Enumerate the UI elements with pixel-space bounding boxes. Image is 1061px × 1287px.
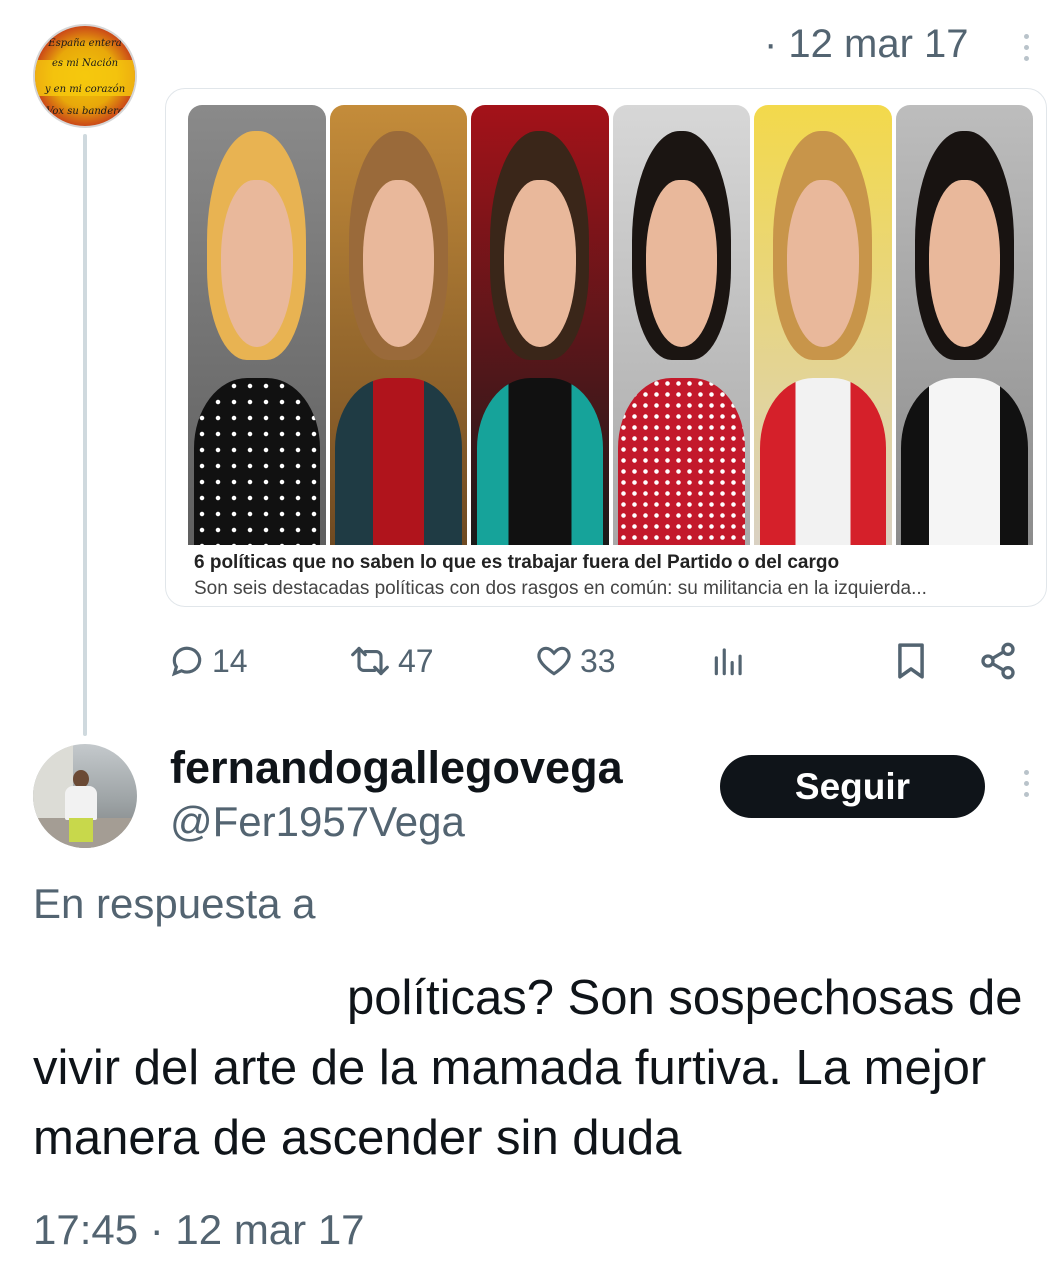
parent-tweet-date[interactable]: · 12 mar 17 xyxy=(764,22,969,67)
photo-panel xyxy=(329,105,467,545)
user-handle[interactable]: @Fer1957Vega xyxy=(170,798,465,846)
link-card-title: 6 políticas que no saben lo que es traba… xyxy=(194,552,840,573)
more-options-icon[interactable] xyxy=(1022,770,1030,797)
share-icon xyxy=(981,642,1015,680)
tweet-text-content: políticas? Son sospechosas de vivir del … xyxy=(33,971,1023,1165)
photo-panel xyxy=(471,105,609,545)
photo-panel xyxy=(188,105,326,545)
retweet-button[interactable]: 47 xyxy=(348,636,434,686)
photo-panel xyxy=(612,105,750,545)
follow-button[interactable]: Seguir xyxy=(720,755,985,818)
link-card[interactable]: 6 políticas que no saben lo que es traba… xyxy=(165,88,1047,607)
reply-button[interactable]: 14 xyxy=(168,636,248,686)
parent-avatar[interactable]: España entera es mi Nación y en mi coraz… xyxy=(33,24,137,128)
more-options-icon[interactable] xyxy=(1022,34,1030,61)
avatar-text-line: y en mi corazón xyxy=(44,84,126,95)
like-icon xyxy=(537,646,571,676)
like-count: 33 xyxy=(580,642,616,679)
views-icon xyxy=(714,648,742,676)
thread-line xyxy=(83,134,87,736)
display-name[interactable]: fernandogallegovega xyxy=(170,742,623,794)
photo-panel xyxy=(754,105,892,545)
like-button[interactable]: 33 xyxy=(534,636,616,686)
bookmark-button[interactable] xyxy=(892,636,930,686)
avatar-text-line: es mi Nación xyxy=(51,58,119,69)
user-avatar[interactable] xyxy=(33,744,137,848)
link-card-image xyxy=(188,105,1033,545)
share-button[interactable] xyxy=(978,636,1018,686)
reply-count: 14 xyxy=(212,642,248,679)
tweet-text: políticas? Son sospechosas de vivir del … xyxy=(33,963,1053,1173)
retweet-count: 47 xyxy=(398,642,434,679)
bookmark-icon xyxy=(898,643,924,679)
retweet-icon xyxy=(351,646,389,676)
tweet-actions-bar: 14 47 33 xyxy=(168,636,1028,686)
avatar-text-line: España entera xyxy=(48,38,122,49)
views-button[interactable] xyxy=(710,636,748,686)
link-card-description: Son seis destacadas políticas con dos ra… xyxy=(194,578,927,599)
reply-icon xyxy=(171,646,202,677)
photo-panel xyxy=(895,105,1033,545)
reply-to-label: En respuesta a xyxy=(33,880,316,927)
avatar-text-line: Vox su bandera xyxy=(46,106,124,117)
tweet-timestamp[interactable]: 17:45 · 12 mar 17 xyxy=(33,1206,365,1254)
